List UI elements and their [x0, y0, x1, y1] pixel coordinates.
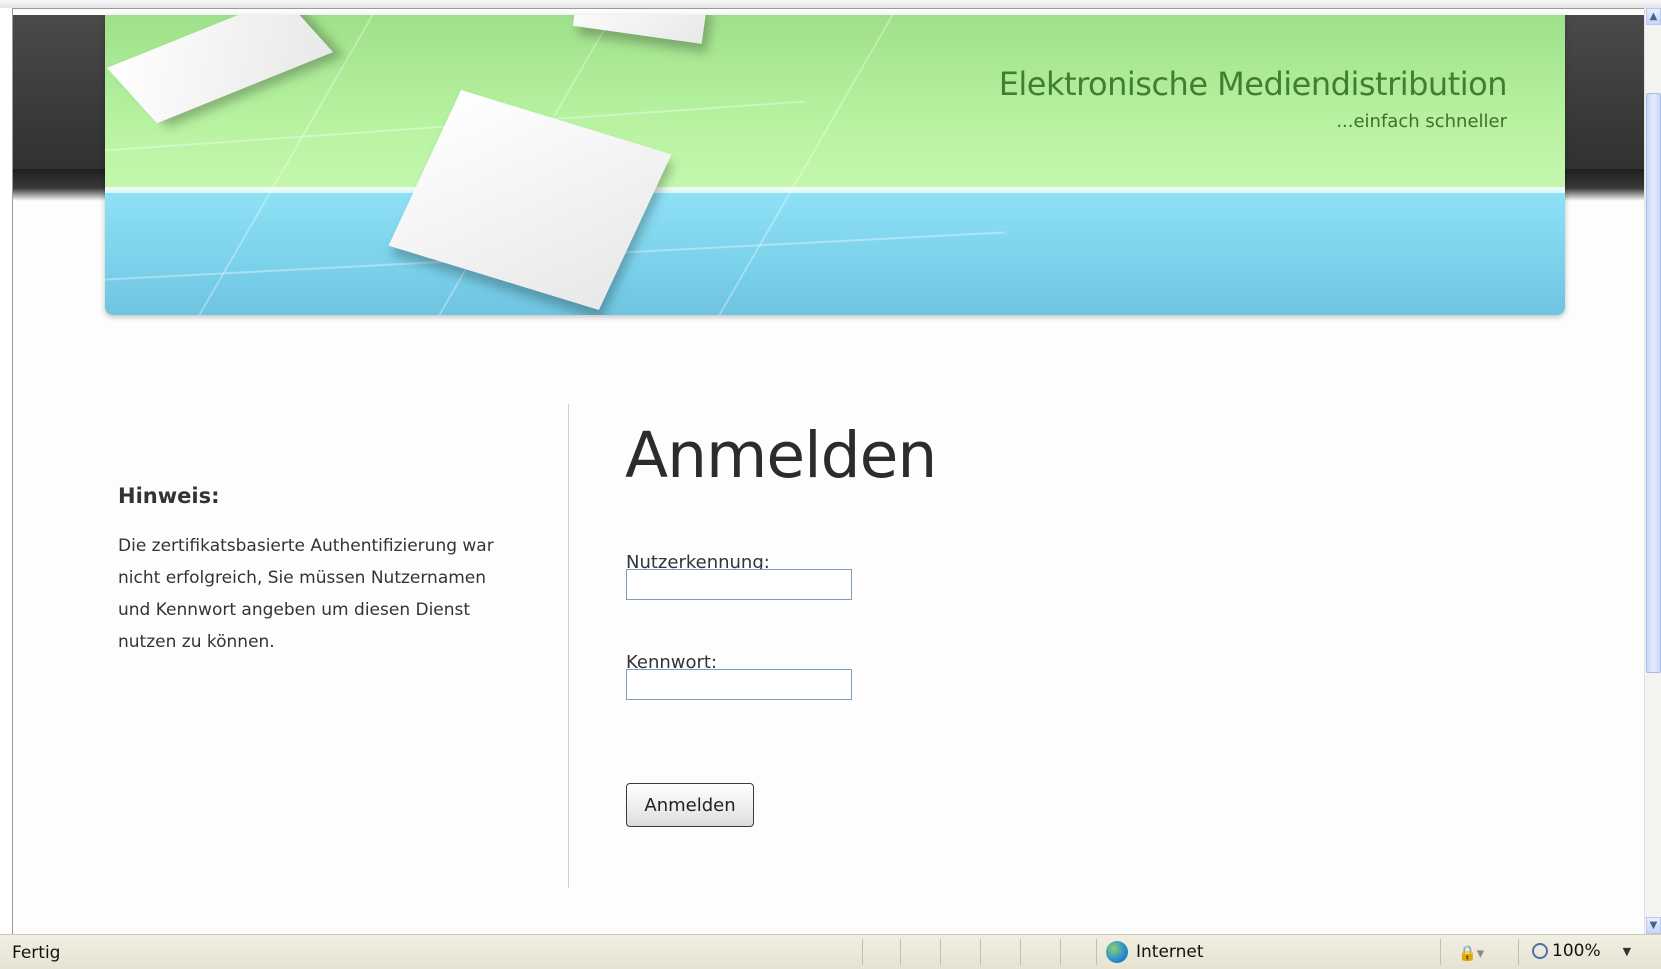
scroll-up-icon[interactable]: ▲	[1646, 8, 1661, 25]
zoom-control[interactable]: 100% ▼	[1532, 941, 1631, 961]
status-separator	[1060, 939, 1061, 965]
notice-line: nutzen zu können.	[118, 632, 275, 652]
status-separator	[1518, 939, 1519, 965]
banner-blue-area	[105, 193, 1565, 315]
username-input[interactable]	[626, 569, 852, 600]
status-bar: Fertig Internet 🔒▾ 100% ▼	[0, 934, 1661, 969]
notice-line: Die zertifikatsbasierte Authentifizierun…	[118, 536, 494, 556]
status-separator	[1440, 939, 1441, 965]
password-input[interactable]	[626, 669, 852, 700]
security-zone-label: Internet	[1136, 942, 1204, 962]
vertical-scrollbar[interactable]: ▲ ▼	[1644, 8, 1661, 934]
browser-top-edge	[0, 0, 1661, 8]
security-zone[interactable]: Internet	[1106, 941, 1204, 963]
column-divider	[568, 404, 569, 888]
notice-line: und Kennwort angeben um diesen Dienst	[118, 600, 471, 620]
notice-panel: Hinweis: Die zertifikatsbasierte Authent…	[118, 484, 498, 658]
scroll-down-icon[interactable]: ▼	[1646, 917, 1661, 934]
login-title: Anmelden	[625, 419, 937, 492]
notice-line: nicht erfolgreich, Sie müssen Nutzername…	[118, 568, 487, 588]
chevron-down-icon[interactable]: ▼	[1623, 945, 1631, 958]
page-viewport: Elektronische Mediendistribution ...einf…	[12, 8, 1645, 935]
globe-icon	[1106, 941, 1128, 963]
zoom-level: 100%	[1552, 941, 1601, 961]
status-separator	[1096, 939, 1097, 965]
status-separator	[940, 939, 941, 965]
notice-heading: Hinweis:	[118, 484, 220, 508]
header-banner: Elektronische Mediendistribution ...einf…	[105, 15, 1565, 315]
status-text: Fertig	[12, 943, 61, 963]
site-title: Elektronische Mediendistribution	[998, 65, 1508, 103]
notice-text: Die zertifikatsbasierte Authentifizierun…	[118, 530, 498, 658]
scrollbar-thumb[interactable]	[1646, 93, 1661, 673]
status-separator	[862, 939, 863, 965]
status-separator	[900, 939, 901, 965]
status-separator	[980, 939, 981, 965]
lock-icon[interactable]: 🔒▾	[1458, 944, 1484, 962]
site-tagline: ...einfach schneller	[1336, 111, 1507, 132]
magnifier-icon	[1532, 943, 1548, 959]
login-button[interactable]: Anmelden	[626, 783, 754, 827]
status-separator	[1020, 939, 1021, 965]
